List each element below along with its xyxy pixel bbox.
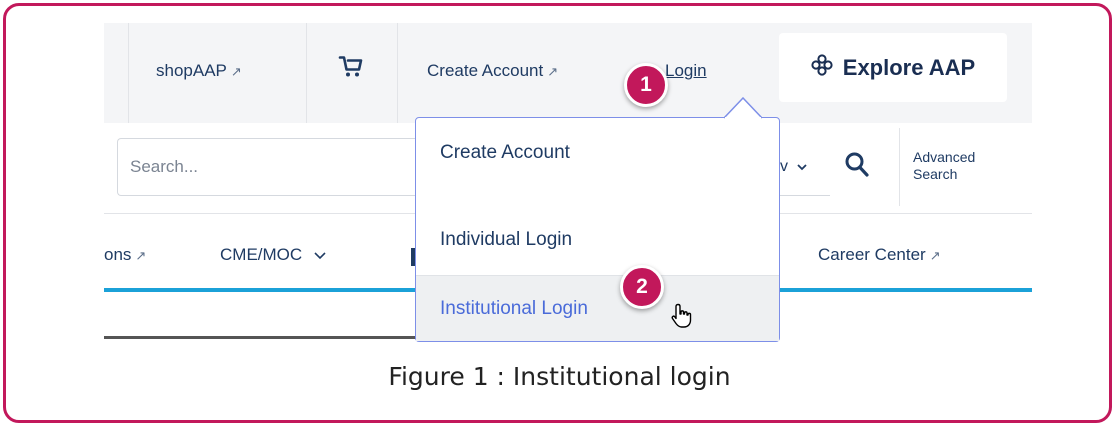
external-link-icon: ↗	[547, 64, 559, 79]
search-filter-select[interactable]: v	[780, 138, 830, 196]
external-link-icon: ↗	[929, 248, 941, 263]
shop-aap-label: shopAAP	[156, 61, 227, 80]
clover-icon	[811, 54, 833, 81]
login-label: Login	[665, 61, 707, 80]
advanced-search-line1: Advanced	[913, 149, 976, 165]
login-link[interactable]: Login	[665, 61, 707, 81]
advanced-search-line2: Search	[913, 166, 958, 182]
advanced-search-link[interactable]: Advanced Search	[913, 149, 975, 183]
dropdown-item-create-account[interactable]: Create Account	[416, 118, 779, 188]
external-link-icon: ↗	[135, 248, 147, 263]
create-account-label: Create Account	[427, 61, 544, 80]
create-account-link[interactable]: Create Account ↗	[427, 61, 558, 81]
hand-cursor-icon	[671, 303, 692, 328]
dropdown-item-label: Create Account	[440, 142, 570, 163]
nav-item-label: CME/MOC	[220, 245, 303, 264]
search-input[interactable]	[117, 138, 437, 196]
dropdown-item-label: Individual Login	[440, 229, 573, 250]
search-icon	[844, 152, 870, 183]
nav-item-label: ons	[104, 245, 132, 264]
search-divider	[899, 128, 900, 206]
annotation-badge-2: 2	[620, 265, 664, 309]
search-filter-value: v	[780, 157, 788, 175]
explore-aap-button[interactable]: Explore AAP	[779, 33, 1007, 102]
nav-item-career-center[interactable]: Career Center ↗	[818, 245, 941, 265]
search-button[interactable]	[844, 151, 870, 184]
external-link-icon: ↗	[230, 64, 242, 79]
utility-divider	[306, 23, 307, 123]
nav-item-publications[interactable]: ons ↗	[104, 245, 146, 265]
shop-aap-link[interactable]: shopAAP ↗	[156, 61, 242, 81]
figure-caption: Figure 1 : Institutional login	[388, 362, 731, 391]
chevron-down-icon	[796, 158, 808, 176]
utility-divider	[128, 23, 129, 123]
dropdown-item-individual-login[interactable]: Individual Login	[416, 205, 779, 275]
dropdown-item-label: Institutional Login	[440, 298, 588, 319]
nav-item-label: Career Center	[818, 245, 926, 264]
cart-button[interactable]	[338, 55, 364, 84]
cart-icon	[338, 56, 364, 83]
dropdown-item-institutional-login[interactable]: Institutional Login	[416, 275, 779, 341]
dropdown-caret	[723, 97, 763, 119]
chevron-down-icon	[313, 245, 327, 264]
explore-aap-label: Explore AAP	[842, 54, 976, 80]
annotation-badge-1: 1	[624, 63, 668, 107]
login-dropdown: Create Account Individual Login Institut…	[415, 117, 780, 342]
nav-item-cme-moc[interactable]: CME/MOC	[220, 245, 327, 265]
utility-divider	[397, 23, 398, 123]
